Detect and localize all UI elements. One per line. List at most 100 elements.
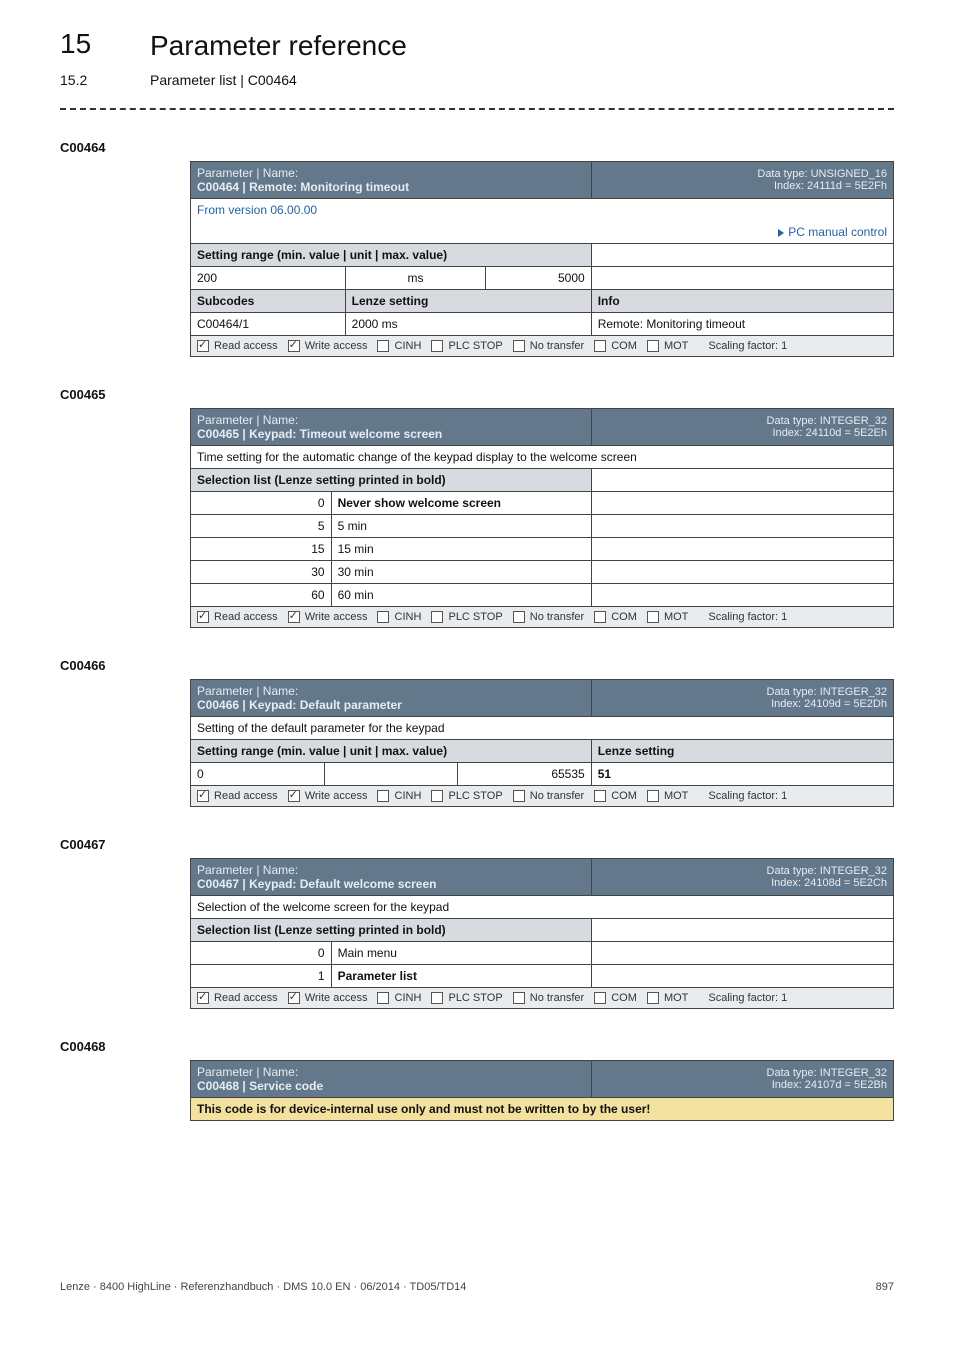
checkbox-icon: [594, 790, 606, 802]
setting-range-hdr: Setting range (min. value | unit | max. …: [191, 740, 592, 763]
table-c00468: Parameter | Name: C00468 | Service code …: [190, 1060, 894, 1121]
access-label: CINH: [391, 790, 421, 802]
block-label-c00465: C00465: [60, 387, 894, 402]
list-item-text: 5 min: [331, 515, 591, 538]
divider: [60, 108, 894, 110]
list-item-empty: [591, 492, 893, 515]
checkbox-icon: [647, 340, 659, 352]
block-label-c00464: C00464: [60, 140, 894, 155]
hdr-ref: C00468 |: [197, 1079, 246, 1093]
access-label: Read access: [211, 340, 278, 352]
list-item-empty: [591, 965, 893, 988]
access-label: PLC STOP: [445, 611, 502, 623]
checkbox-icon: [197, 340, 209, 352]
checkbox-icon: [594, 340, 606, 352]
selection-list-hdr: Selection list (Lenze setting printed in…: [191, 919, 592, 942]
list-item-empty: [591, 584, 893, 607]
checkbox-icon: [513, 992, 525, 1004]
list-item-text: Parameter list: [331, 965, 591, 988]
range-max: 65535: [458, 763, 592, 786]
chapter-title: Parameter reference: [150, 30, 407, 62]
pc-manual-link[interactable]: PC manual control: [788, 225, 887, 239]
checkbox-icon: [647, 611, 659, 623]
hdr-title-text: Remote: Monitoring timeout: [249, 180, 409, 194]
checkbox-icon: [513, 790, 525, 802]
list-item-value: 0: [191, 942, 332, 965]
subcode-setting: 2000 ms: [345, 313, 591, 336]
access-label: Read access: [211, 611, 278, 623]
list-item-text: 30 min: [331, 561, 591, 584]
hdr-title-text: Service code: [249, 1079, 323, 1093]
list-item-value: 60: [191, 584, 332, 607]
access-label: Write access: [302, 992, 368, 1004]
hdr-datatype: Data type: INTEGER_32 Index: 24110d = 5E…: [591, 409, 893, 446]
access-label: No transfer: [527, 790, 584, 802]
footer-left: Lenze · 8400 HighLine · Referenzhandbuch…: [60, 1281, 466, 1293]
checkbox-icon: [513, 611, 525, 623]
hdr-title-text: Keypad: Default parameter: [249, 698, 402, 712]
block-label-c00467: C00467: [60, 837, 894, 852]
checkbox-icon: [647, 992, 659, 1004]
hdr-ref: C00466 |: [197, 698, 246, 712]
checkbox-icon: [377, 340, 389, 352]
list-item-value: 5: [191, 515, 332, 538]
list-item-value: 1: [191, 965, 332, 988]
table-c00467: Parameter | Name: C00467 | Keypad: Defau…: [190, 858, 894, 1009]
range-min: 200: [191, 267, 346, 290]
list-item-text: 15 min: [331, 538, 591, 561]
access-label: Read access: [211, 992, 278, 1004]
checkbox-icon: [288, 992, 300, 1004]
hdr-ref: C00465 |: [197, 427, 246, 441]
desc: Selection of the welcome screen for the …: [191, 896, 894, 919]
checkbox-icon: [431, 790, 443, 802]
access-label: COM: [608, 992, 637, 1004]
section-number: 15.2: [60, 72, 150, 88]
checkbox-icon: [513, 340, 525, 352]
subcode-info: Remote: Monitoring timeout: [591, 313, 893, 336]
access-row: Read access Write access CINH PLC STOP N…: [191, 336, 894, 357]
list-item-empty: [591, 561, 893, 584]
range-max: 5000: [486, 267, 591, 290]
hdr-datatype: Data type: INTEGER_32 Index: 24107d = 5E…: [591, 1061, 893, 1098]
block-label-c00468: C00468: [60, 1039, 894, 1054]
checkbox-icon: [594, 611, 606, 623]
table-c00466: Parameter | Name: C00466 | Keypad: Defau…: [190, 679, 894, 807]
list-item-empty: [591, 515, 893, 538]
access-label: PLC STOP: [445, 340, 502, 352]
access-label: MOT: [661, 992, 689, 1004]
triangle-icon: [778, 229, 784, 237]
hdr-datatype: Data type: UNSIGNED_16 Index: 24111d = 5…: [591, 162, 893, 199]
access-label: No transfer: [527, 340, 584, 352]
access-row: Read access Write access CINH PLC STOP N…: [191, 988, 894, 1009]
checkbox-icon: [431, 992, 443, 1004]
table-c00464: Parameter | Name: C00464 | Remote: Monit…: [190, 161, 894, 357]
section-title: Parameter list | C00464: [150, 72, 297, 88]
range-min: 0: [191, 763, 325, 786]
scaling-label: Scaling factor: 1: [708, 611, 787, 623]
scaling-label: Scaling factor: 1: [708, 340, 787, 352]
desc: Time setting for the automatic change of…: [191, 446, 894, 469]
access-label: COM: [608, 790, 637, 802]
access-label: No transfer: [527, 611, 584, 623]
hdr-paramname: Parameter | Name:: [197, 684, 298, 698]
access-label: Read access: [211, 790, 278, 802]
setting-range-hdr: Setting range (min. value | unit | max. …: [191, 244, 592, 267]
version-link[interactable]: From version 06.00.00: [197, 203, 317, 217]
hdr-title-text: Keypad: Timeout welcome screen: [249, 427, 442, 441]
access-label: MOT: [661, 790, 689, 802]
access-label: MOT: [661, 340, 689, 352]
hdr-ref: C00467 |: [197, 877, 246, 891]
checkbox-icon: [288, 790, 300, 802]
access-row: Read access Write access CINH PLC STOP N…: [191, 786, 894, 807]
checkbox-icon: [197, 611, 209, 623]
hdr-ref: C00464 |: [197, 180, 246, 194]
hdr-title-text: Keypad: Default welcome screen: [249, 877, 436, 891]
lenze-setting-hdr: Lenze setting: [345, 290, 591, 313]
checkbox-icon: [431, 340, 443, 352]
list-item-text: 60 min: [331, 584, 591, 607]
hdr-datatype: Data type: INTEGER_32 Index: 24108d = 5E…: [591, 859, 893, 896]
info-hdr: Info: [591, 290, 893, 313]
lenze-setting-hdr: Lenze setting: [591, 740, 893, 763]
access-label: Write access: [302, 790, 368, 802]
desc: Setting of the default parameter for the…: [191, 717, 894, 740]
